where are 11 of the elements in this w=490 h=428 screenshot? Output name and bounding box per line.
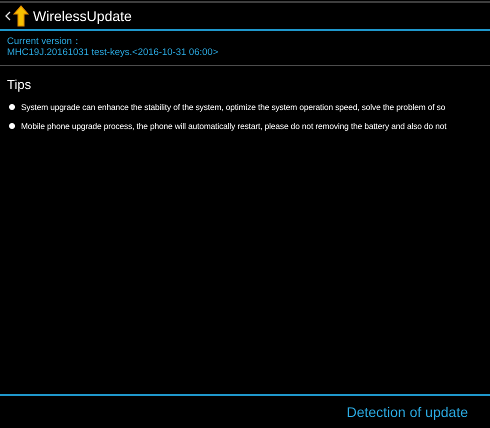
detection-of-update-button[interactable]: Detection of update: [346, 402, 468, 422]
tip-text: System upgrade can enhance the stability of the system, optimize the system operation speed, solve the problem of so: [21, 100, 446, 113]
version-value: MHC19J.20161031 test-keys.<2016-10-31 06:00>: [7, 47, 220, 58]
bullet-icon: [9, 123, 15, 130]
bullet-icon: [9, 104, 15, 110]
back-icon[interactable]: [5, 11, 11, 21]
version-label: Current version：: [7, 36, 83, 47]
up-arrow-icon: [13, 5, 29, 27]
window-title: WirelessUpdate: [33, 6, 132, 26]
tips-title: Tips: [6, 76, 32, 94]
tip-text: Mobile phone upgrade process, the phone will automatically restart, please do not removing the battery and also do not: [21, 120, 446, 132]
